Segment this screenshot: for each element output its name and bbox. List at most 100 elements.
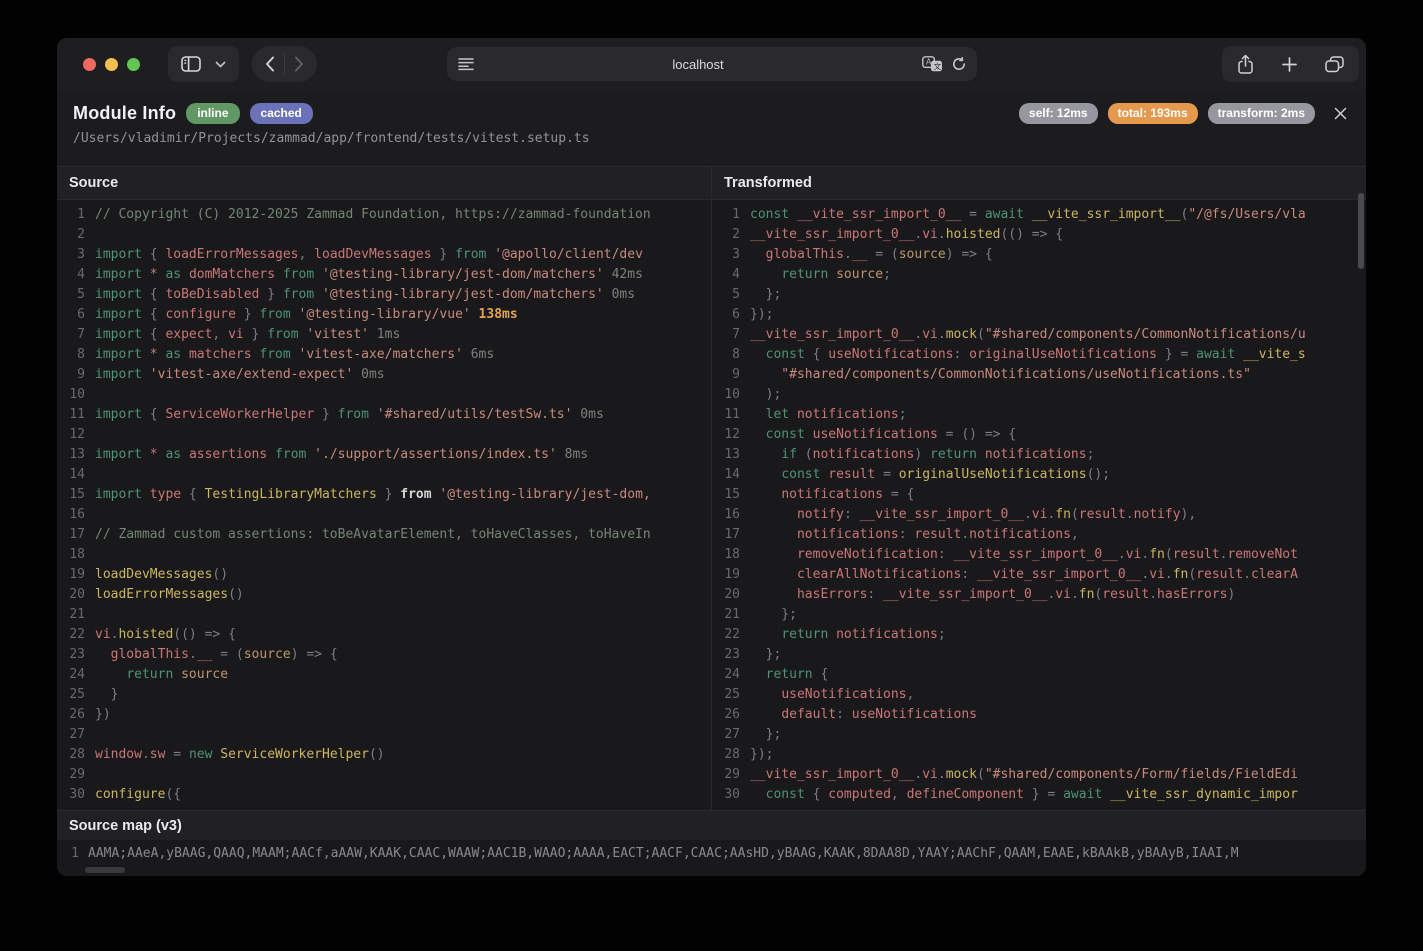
sourcemap-line-number: 1 bbox=[57, 846, 79, 861]
code-line: 27 bbox=[57, 725, 711, 745]
new-tab-button[interactable] bbox=[1275, 53, 1304, 76]
code-line: 20 hasErrors: __vite_ssr_import_0__.vi.f… bbox=[712, 585, 1366, 605]
code-line: 14 const result = originalUseNotificatio… bbox=[712, 465, 1366, 485]
code-line: 9 "#shared/components/CommonNotification… bbox=[712, 365, 1366, 385]
code-line: 26 default: useNotifications bbox=[712, 705, 1366, 725]
address-bar[interactable]: localhost A文 bbox=[447, 47, 977, 81]
sidebar-toggle-button[interactable] bbox=[174, 52, 208, 76]
tabs-icon bbox=[1325, 56, 1344, 73]
sidebar-chevron-button[interactable] bbox=[208, 57, 233, 72]
close-window-button[interactable] bbox=[83, 58, 96, 71]
toolbar-right-group bbox=[1222, 46, 1359, 82]
forward-button[interactable] bbox=[287, 52, 311, 76]
code-line: 1// Copyright (C) 2012-2025 Zammad Found… bbox=[57, 205, 711, 225]
module-info-header: Module Info inline cached self: 12ms tot… bbox=[57, 90, 1366, 166]
url-text[interactable]: localhost bbox=[475, 57, 922, 72]
code-line: 30 const { computed, defineComponent } =… bbox=[712, 785, 1366, 805]
code-line: 2__vite_ssr_import_0__.vi.hoisted(() => … bbox=[712, 225, 1366, 245]
source-pane-title: Source bbox=[57, 167, 711, 200]
code-line: 12 bbox=[57, 425, 711, 445]
code-line: 11import { ServiceWorkerHelper } from '#… bbox=[57, 405, 711, 425]
chevron-right-icon bbox=[294, 56, 304, 72]
code-line: 22 return notifications; bbox=[712, 625, 1366, 645]
plus-icon bbox=[1282, 57, 1297, 72]
sourcemap-mappings: AAMA;AAeA,yBAAG,QAAQ,MAAM;AACf,aAAW,KAAK… bbox=[88, 846, 1239, 861]
code-line: 5 }; bbox=[712, 285, 1366, 305]
vertical-scrollbar-thumb[interactable] bbox=[1358, 193, 1364, 269]
code-line: 11 let notifications; bbox=[712, 405, 1366, 425]
transformed-pane-title: Transformed bbox=[712, 167, 1366, 200]
transformed-code-editor[interactable]: 1const __vite_ssr_import_0__ = await __v… bbox=[712, 200, 1366, 810]
browser-window: localhost A文 bbox=[57, 38, 1366, 876]
sourcemap-line: 1 AAMA;AAeA,yBAAG,QAAQ,MAAM;AACf,aAAW,KA… bbox=[57, 840, 1366, 866]
code-line: 21 bbox=[57, 605, 711, 625]
source-code-editor[interactable]: 1// Copyright (C) 2012-2025 Zammad Found… bbox=[57, 200, 711, 810]
code-line: 21 }; bbox=[712, 605, 1366, 625]
code-line: 13import * as assertions from './support… bbox=[57, 445, 711, 465]
back-button[interactable] bbox=[258, 52, 282, 76]
reload-icon[interactable] bbox=[951, 56, 967, 72]
code-line: 25 useNotifications, bbox=[712, 685, 1366, 705]
tab-overview-button[interactable] bbox=[1318, 52, 1351, 77]
code-line: 9import 'vitest-axe/extend-expect' 0ms bbox=[57, 365, 711, 385]
code-line: 28}); bbox=[712, 745, 1366, 765]
source-pane: Source 1// Copyright (C) 2012-2025 Zamma… bbox=[57, 167, 712, 810]
code-line: 30configure({ bbox=[57, 785, 711, 805]
sourcemap-section: Source map (v3) 1 AAMA;AAeA,yBAAG,QAAQ,M… bbox=[57, 810, 1366, 876]
horizontal-scrollbar-thumb[interactable] bbox=[85, 867, 125, 873]
code-line: 19 clearAllNotifications: __vite_ssr_imp… bbox=[712, 565, 1366, 585]
sidebar-icon bbox=[181, 56, 201, 72]
translate-icon[interactable]: A文 bbox=[922, 56, 943, 72]
code-line: 27 }; bbox=[712, 725, 1366, 745]
minimize-window-button[interactable] bbox=[105, 58, 118, 71]
transform-time-badge: transform: 2ms bbox=[1208, 103, 1315, 123]
bottom-strip bbox=[57, 866, 1366, 876]
svg-text:文: 文 bbox=[933, 61, 941, 71]
code-line: 3import { loadErrorMessages, loadDevMess… bbox=[57, 245, 711, 265]
code-line: 29 bbox=[57, 765, 711, 785]
code-line: 15 notifications = { bbox=[712, 485, 1366, 505]
code-line: 13 if (notifications) return notificatio… bbox=[712, 445, 1366, 465]
code-line: 4import * as domMatchers from '@testing-… bbox=[57, 265, 711, 285]
cached-badge: cached bbox=[250, 103, 313, 123]
transformed-pane: Transformed 1const __vite_ssr_import_0__… bbox=[712, 167, 1366, 810]
code-line: 29__vite_ssr_import_0__.vi.mock("#shared… bbox=[712, 765, 1366, 785]
code-line: 17// Zammad custom assertions: toBeAvata… bbox=[57, 525, 711, 545]
code-line: 17 notifications: result.notifications, bbox=[712, 525, 1366, 545]
code-line: 14 bbox=[57, 465, 711, 485]
code-line: 4 return source; bbox=[712, 265, 1366, 285]
code-line: 3 globalThis.__ = (source) => { bbox=[712, 245, 1366, 265]
module-file-path: /Users/vladimir/Projects/zammad/app/fron… bbox=[73, 131, 1350, 146]
share-button[interactable] bbox=[1230, 50, 1261, 79]
nav-group bbox=[252, 46, 317, 82]
browser-toolbar: localhost A文 bbox=[57, 38, 1366, 90]
code-line: 16 bbox=[57, 505, 711, 525]
code-line: 22vi.hoisted(() => { bbox=[57, 625, 711, 645]
code-line: 20loadErrorMessages() bbox=[57, 585, 711, 605]
code-line: 12 const useNotifications = () => { bbox=[712, 425, 1366, 445]
share-icon bbox=[1237, 54, 1254, 75]
code-line: 2 bbox=[57, 225, 711, 245]
page-title: Module Info bbox=[73, 103, 176, 124]
code-line: 10 ); bbox=[712, 385, 1366, 405]
code-line: 23 globalThis.__ = (source) => { bbox=[57, 645, 711, 665]
code-line: 8 const { useNotifications: originalUseN… bbox=[712, 345, 1366, 365]
code-line: 15import type { TestingLibraryMatchers }… bbox=[57, 485, 711, 505]
zoom-window-button[interactable] bbox=[127, 58, 140, 71]
code-line: 6import { configure } from '@testing-lib… bbox=[57, 305, 711, 325]
code-line: 26}) bbox=[57, 705, 711, 725]
code-line: 1const __vite_ssr_import_0__ = await __v… bbox=[712, 205, 1366, 225]
page-format-icon[interactable] bbox=[457, 57, 475, 71]
close-module-info-button[interactable] bbox=[1331, 104, 1350, 123]
total-time-badge: total: 193ms bbox=[1108, 103, 1198, 123]
screen: localhost A文 bbox=[0, 0, 1423, 951]
nav-divider bbox=[284, 54, 285, 74]
code-line: 5import { toBeDisabled } from '@testing-… bbox=[57, 285, 711, 305]
code-line: 7import { expect, vi } from 'vitest' 1ms bbox=[57, 325, 711, 345]
code-line: 19loadDevMessages() bbox=[57, 565, 711, 585]
chevron-left-icon bbox=[265, 56, 275, 72]
close-icon bbox=[1333, 106, 1348, 121]
code-line: 28window.sw = new ServiceWorkerHelper() bbox=[57, 745, 711, 765]
code-line: 10 bbox=[57, 385, 711, 405]
code-line: 7__vite_ssr_import_0__.vi.mock("#shared/… bbox=[712, 325, 1366, 345]
